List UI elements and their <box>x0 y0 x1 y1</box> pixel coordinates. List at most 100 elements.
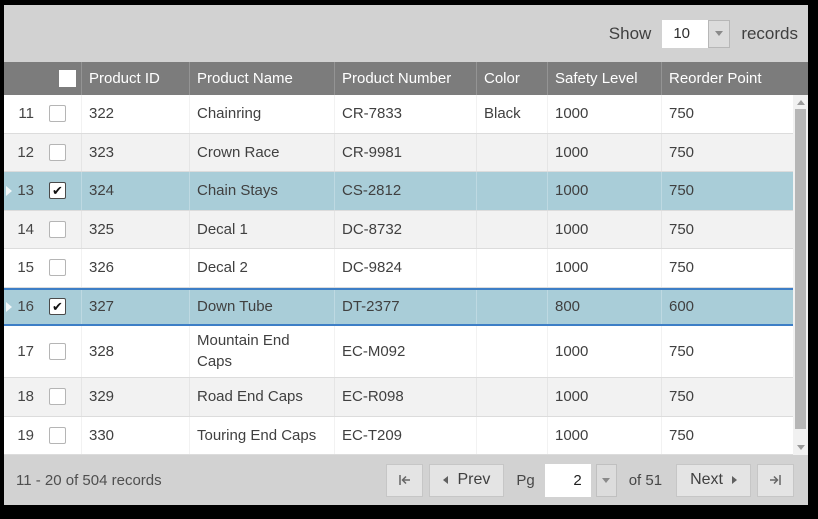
column-header-product-name[interactable]: Product Name <box>189 62 334 95</box>
cell-safety-level: 1000 <box>547 249 661 287</box>
row-select-cell: 11 <box>4 95 81 133</box>
cell-reorder-point: 750 <box>661 378 793 416</box>
page-size-select[interactable]: 10 <box>662 20 730 48</box>
checkmark-icon: ✔ <box>52 184 63 197</box>
prev-button[interactable]: Prev <box>429 464 504 497</box>
row-select-cell: 12 <box>4 134 81 172</box>
row-select-cell: 19 <box>4 417 81 455</box>
cell-product-id: 322 <box>81 95 189 133</box>
row-checkbox[interactable] <box>49 259 66 276</box>
row-indicator-icon <box>6 186 12 196</box>
table-row[interactable]: 12 323 Crown Race CR-9981 1000 750 <box>4 134 793 173</box>
cell-reorder-point: 750 <box>661 95 793 133</box>
cell-product-id: 324 <box>81 172 189 210</box>
triangle-right-icon <box>732 476 737 484</box>
next-button[interactable]: Next <box>676 464 751 497</box>
cell-product-number: EC-T209 <box>334 417 476 455</box>
cell-reorder-point: 750 <box>661 172 793 210</box>
cell-reorder-point: 600 <box>661 290 793 325</box>
cell-color <box>476 249 547 287</box>
table-row[interactable]: 16 ✔ 327 Down Tube DT-2377 800 600 <box>4 288 793 327</box>
triangle-down-icon <box>797 445 805 450</box>
row-number: 19 <box>12 427 34 444</box>
table-row[interactable]: 11 322 Chainring CR-7833 Black 1000 750 <box>4 95 793 134</box>
table-row[interactable]: 13 ✔ 324 Chain Stays CS-2812 1000 750 <box>4 172 793 211</box>
rows-container: 11 322 Chainring CR-7833 Black 1000 750 … <box>4 95 793 455</box>
cell-color <box>476 211 547 249</box>
chevron-down-icon <box>715 31 723 36</box>
cell-product-name: Chain Stays <box>189 172 334 210</box>
cell-product-number: EC-R098 <box>334 378 476 416</box>
scrollbar-thumb[interactable] <box>795 109 806 429</box>
page-size-value[interactable]: 10 <box>662 20 708 48</box>
column-header-product-id[interactable]: Product ID <box>81 62 189 95</box>
row-checkbox[interactable]: ✔ <box>49 182 66 199</box>
records-label: records <box>741 24 798 44</box>
row-checkbox[interactable] <box>49 427 66 444</box>
cell-reorder-point: 750 <box>661 417 793 455</box>
table-row[interactable]: 19 330 Touring End Caps EC-T209 1000 750 <box>4 417 793 456</box>
prev-button-label: Prev <box>457 471 490 489</box>
cell-product-number: DC-8732 <box>334 211 476 249</box>
first-page-icon <box>397 474 412 486</box>
header-row: Product ID Product Name Product Number C… <box>4 62 808 95</box>
cell-reorder-point: 750 <box>661 249 793 287</box>
row-checkbox[interactable] <box>49 343 66 360</box>
cell-product-number: CR-9981 <box>334 134 476 172</box>
scroll-up-button[interactable] <box>793 95 808 109</box>
row-number: 13 <box>12 182 34 199</box>
scroll-down-button[interactable] <box>793 440 808 454</box>
select-all-checkbox[interactable] <box>59 70 76 87</box>
footer: 11 - 20 of 504 records Prev Pg 2 of 51 N… <box>4 455 808 505</box>
cell-color <box>476 417 547 455</box>
row-checkbox[interactable]: ✔ <box>49 298 66 315</box>
page-size-dropdown-button[interactable] <box>708 20 730 48</box>
cell-color <box>476 378 547 416</box>
cell-product-name: Decal 1 <box>189 211 334 249</box>
row-checkbox[interactable] <box>49 221 66 238</box>
row-number: 11 <box>12 105 34 122</box>
first-page-button[interactable] <box>386 464 423 497</box>
cell-safety-level: 1000 <box>547 378 661 416</box>
row-checkbox[interactable] <box>49 105 66 122</box>
cell-product-number: DT-2377 <box>334 290 476 325</box>
vertical-scrollbar[interactable] <box>793 95 808 455</box>
table-row[interactable]: 14 325 Decal 1 DC-8732 1000 750 <box>4 211 793 250</box>
row-checkbox[interactable] <box>49 388 66 405</box>
row-select-cell: 16 ✔ <box>4 290 81 325</box>
row-indicator-icon <box>6 302 12 312</box>
last-page-button[interactable] <box>757 464 794 497</box>
table-row[interactable]: 18 329 Road End Caps EC-R098 1000 750 <box>4 378 793 417</box>
page-count-label: of 51 <box>629 472 662 489</box>
table-row[interactable]: 15 326 Decal 2 DC-9824 1000 750 <box>4 249 793 288</box>
column-header-product-number[interactable]: Product Number <box>334 62 476 95</box>
cell-product-id: 330 <box>81 417 189 455</box>
triangle-up-icon <box>797 100 805 105</box>
row-number: 14 <box>12 221 34 238</box>
cell-product-name: Touring End Caps <box>189 417 334 455</box>
page-number-input[interactable]: 2 <box>545 464 591 497</box>
row-number: 15 <box>12 259 34 276</box>
pg-label: Pg <box>516 472 534 489</box>
column-header-reorder-point[interactable]: Reorder Point <box>661 62 808 95</box>
cell-product-name: Crown Race <box>189 134 334 172</box>
select-all-cell <box>4 62 81 95</box>
cell-reorder-point: 750 <box>661 134 793 172</box>
row-select-cell: 15 <box>4 249 81 287</box>
topbar: Show 10 records <box>4 5 808 62</box>
column-header-color[interactable]: Color <box>476 62 547 95</box>
cell-product-name: Down Tube <box>189 290 334 325</box>
row-select-cell: 14 <box>4 211 81 249</box>
cell-safety-level: 1000 <box>547 172 661 210</box>
cell-safety-level: 800 <box>547 290 661 325</box>
cell-safety-level: 1000 <box>547 211 661 249</box>
column-header-safety-level[interactable]: Safety Level <box>547 62 661 95</box>
show-label: Show <box>609 24 652 44</box>
cell-product-number: CS-2812 <box>334 172 476 210</box>
cell-safety-level: 1000 <box>547 134 661 172</box>
page-dropdown-button[interactable] <box>596 464 617 497</box>
table-row[interactable]: 17 328 Mountain End Caps EC-M092 1000 75… <box>4 326 793 378</box>
cell-color <box>476 134 547 172</box>
data-grid: Show 10 records Product ID Product Name … <box>4 5 808 505</box>
row-checkbox[interactable] <box>49 144 66 161</box>
